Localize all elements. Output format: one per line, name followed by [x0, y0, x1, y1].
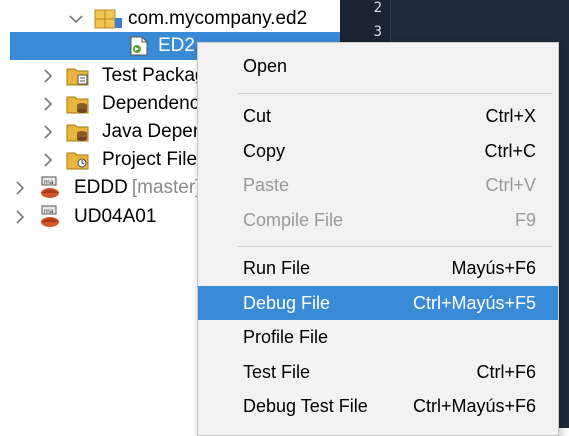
menu-item-label: Debug File — [243, 293, 331, 313]
menu-item-shortcut: Ctrl+Mayús+F5 — [412, 293, 536, 313]
tree-item-label: ED2 — [158, 35, 195, 56]
dependencies-folder-icon — [66, 93, 89, 115]
menu-item-shortcut: Ctrl+F6 — [476, 362, 536, 382]
svg-text:ma: ma — [44, 208, 54, 215]
tree-item-label: Project File — [102, 149, 198, 170]
menu-item-cut[interactable]: Cut Ctrl+X — [198, 99, 558, 133]
menu-item-label: Debug Test File — [243, 396, 368, 416]
chevron-down-icon[interactable] — [68, 11, 84, 27]
menu-item-shortcut: Mayús+F6 — [451, 258, 536, 278]
menu-item-shortcut: Ctrl+C — [484, 141, 536, 161]
menu-separator — [238, 246, 552, 247]
tree-item-label: Dependenc — [102, 93, 200, 114]
context-menu: Open Cut Ctrl+X Copy Ctrl+C Paste Ctrl+V… — [197, 42, 559, 436]
tree-item-package[interactable]: com.mycompany.ed2 — [0, 5, 340, 33]
menu-item-label: Cut — [243, 106, 272, 126]
menu-item-open[interactable]: Open — [198, 49, 558, 83]
maven-project-icon: ma — [38, 205, 60, 227]
menu-item-profile-file[interactable]: Profile File — [198, 320, 558, 354]
chevron-right-icon[interactable] — [40, 124, 56, 140]
menu-item-label: Open — [243, 56, 288, 76]
menu-item-shortcut: Ctrl+Mayús+F6 — [412, 396, 536, 416]
chevron-right-icon[interactable] — [12, 209, 28, 225]
menu-item-run-file[interactable]: Run File Mayús+F6 — [198, 251, 558, 285]
tree-item-label: UD04A01 — [74, 206, 157, 227]
menu-item-label: Profile File — [243, 327, 329, 347]
menu-item-paste[interactable]: Paste Ctrl+V — [198, 168, 558, 202]
svg-text:ma: ma — [44, 179, 54, 186]
menu-item-debug-file[interactable]: Debug File Ctrl+Mayús+F5 — [198, 286, 558, 320]
line-number: 2 — [373, 0, 382, 16]
maven-project-icon: ma — [38, 176, 60, 198]
tree-item-label: Test Packag — [102, 65, 206, 86]
menu-item-debug-test-file[interactable]: Debug Test File Ctrl+Mayús+F6 — [198, 389, 558, 423]
line-number: 3 — [373, 24, 382, 40]
tree-item-label-group: EDDD [master] — [74, 177, 200, 199]
menu-item-test-file[interactable]: Test File Ctrl+F6 — [198, 355, 558, 389]
git-branch-label: [master] — [131, 177, 201, 198]
tree-item-label: com.mycompany.ed2 — [128, 8, 308, 29]
menu-item-copy[interactable]: Copy Ctrl+C — [198, 134, 558, 168]
menu-item-compile-file[interactable]: Compile File F9 — [198, 203, 558, 237]
menu-item-shortcut: Ctrl+V — [485, 175, 536, 195]
menu-item-shortcut: Ctrl+X — [485, 106, 536, 126]
menu-item-label: Run File — [243, 258, 311, 278]
menu-item-label: Paste — [243, 175, 290, 195]
tree-item-label: EDDD — [74, 177, 128, 198]
chevron-right-icon[interactable] — [40, 96, 56, 112]
java-dependencies-folder-icon — [66, 121, 89, 143]
menu-separator — [238, 93, 552, 94]
chevron-right-icon[interactable] — [40, 152, 56, 168]
menu-item-label: Copy — [243, 141, 286, 161]
project-files-folder-icon — [66, 149, 89, 171]
chevron-right-icon[interactable] — [12, 180, 28, 196]
chevron-right-icon[interactable] — [40, 68, 56, 84]
menu-item-label: Compile File — [243, 210, 344, 230]
test-folder-icon — [66, 65, 89, 87]
menu-item-label: Test File — [243, 362, 311, 382]
java-file-icon — [128, 35, 150, 57]
tree-item-label: Java Depen — [102, 121, 204, 142]
menu-item-shortcut: F9 — [514, 210, 536, 230]
package-icon — [94, 8, 122, 30]
